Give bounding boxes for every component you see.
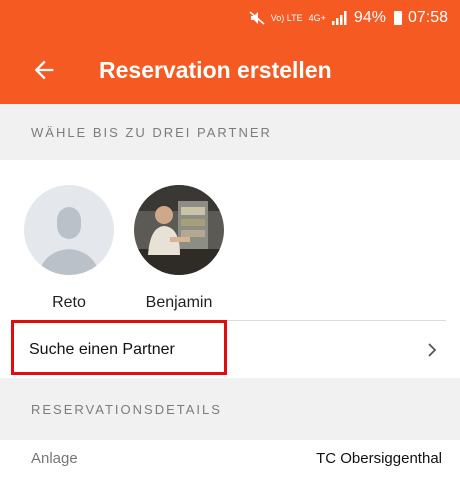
arrow-left-icon[interactable] [30,56,58,84]
app-bar: Reservation erstellen [0,36,460,104]
partner-name: Reto [52,294,86,311]
battery-percentage: 94% [353,9,386,26]
search-partner-label: Suche einen Partner [29,340,175,358]
mute-icon [249,11,265,25]
status-bar: Vo) LTE 4G+ 94% 07:58 [0,0,460,36]
partners-list: Reto Benjamin [0,160,460,320]
partner-reto[interactable]: Reto [24,185,114,312]
partner-benjamin[interactable]: Benjamin [134,185,224,312]
partners-section-header: WÄHLE BIS ZU DREI PARTNER [0,104,460,160]
default-avatar [24,185,114,275]
volte-indicator: Vo) LTE [270,12,303,23]
partner-name: Benjamin [145,294,213,311]
detail-value: TC Obersiggenthal [316,450,442,467]
network-type: 4G+ [308,12,326,23]
signal-icon [331,11,347,25]
chevron-right-icon [428,342,437,357]
detail-label: Anlage [31,450,78,467]
detail-row-anlage[interactable]: Anlage TC Obersiggenthal [0,440,460,477]
details-section-header: RESERVATIONSDETAILS [0,378,460,440]
photo-avatar [134,185,224,275]
search-partner-row[interactable]: Suche einen Partner [0,321,460,378]
clock: 07:58 [407,9,448,26]
battery-icon [393,11,402,25]
page-title: Reservation erstellen [99,56,332,83]
